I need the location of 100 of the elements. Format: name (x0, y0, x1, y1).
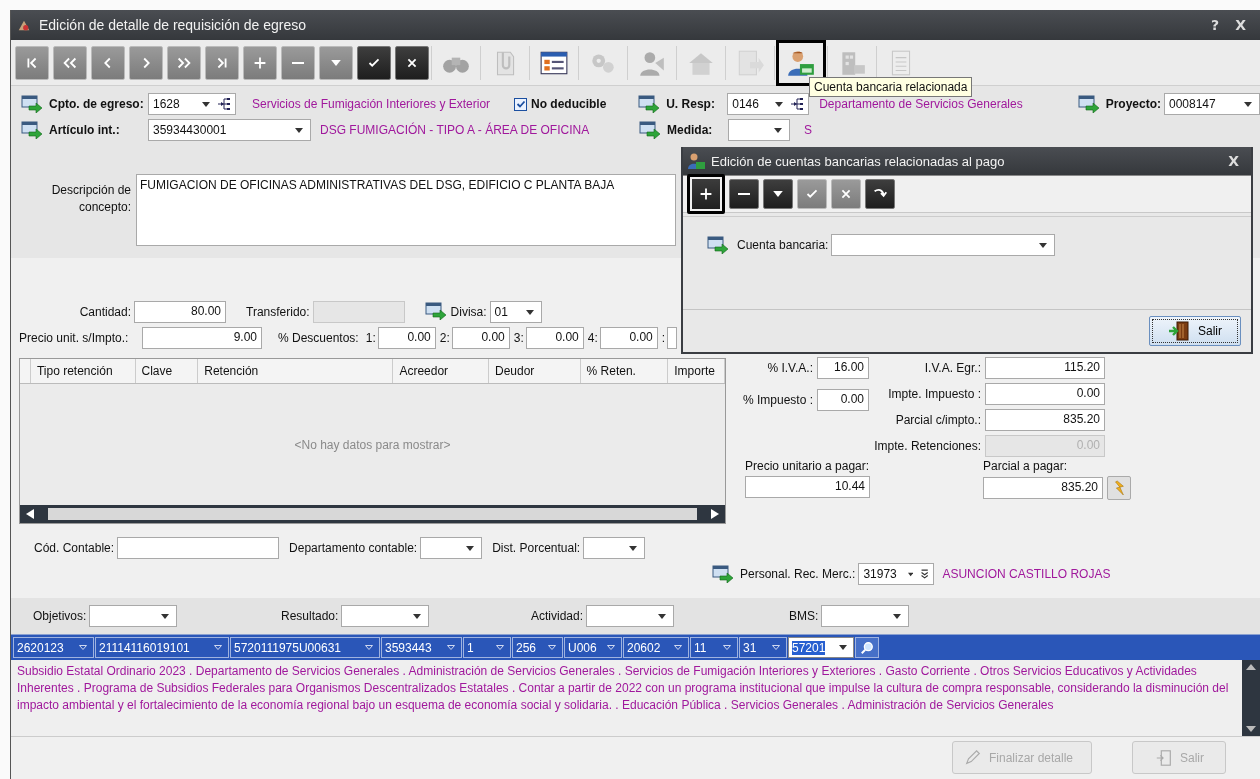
segment-combo[interactable]: 3593443 (381, 637, 462, 658)
combo-box[interactable] (821, 605, 910, 627)
segment-combo[interactable]: 57201 (788, 637, 854, 658)
text-field[interactable]: 80.00 (134, 301, 226, 323)
combo-box[interactable] (89, 605, 178, 627)
caret-icon (214, 645, 222, 650)
caret-icon (674, 645, 682, 650)
window-arrow-icon (21, 121, 43, 139)
combo-box[interactable]: 0008147 (1164, 93, 1260, 115)
calculate-button[interactable] (1107, 476, 1131, 500)
caret-icon (365, 645, 373, 650)
combo-box[interactable]: 1628 (148, 93, 236, 115)
column-header[interactable]: % Reten. (580, 359, 669, 383)
checkbox[interactable] (514, 97, 527, 111)
toolbar-button[interactable] (395, 45, 429, 80)
segment-combo[interactable]: 5720111975U00631 (230, 637, 380, 658)
door-icon (1154, 748, 1174, 767)
field-label: Impte. Retenciones: (873, 439, 981, 453)
combo-box[interactable]: 31973 (858, 563, 935, 585)
combo-box[interactable] (831, 234, 1056, 256)
search-icon (860, 640, 874, 655)
segment-combo[interactable]: 20602 (623, 637, 689, 658)
text-field[interactable]: 835.20 (985, 409, 1105, 431)
column-header[interactable]: Deudor (489, 359, 581, 383)
field-label: BMS: (789, 609, 819, 623)
combo-box[interactable] (341, 605, 430, 627)
text-field[interactable]: 0.00 (377, 327, 436, 349)
segment-combo[interactable]: 1 (463, 637, 511, 658)
column-header[interactable]: Acreedor (393, 359, 489, 383)
segment-combo[interactable]: 21114116019101 (95, 637, 229, 658)
text-field[interactable]: 10.44 (745, 476, 870, 498)
help-button[interactable]: ? (1203, 17, 1228, 33)
field-label: Precio unitario a pagar: (745, 459, 871, 475)
column-header[interactable]: Importe (668, 359, 725, 383)
text-field[interactable] (667, 327, 678, 349)
caret-icon (447, 645, 455, 650)
search-button[interactable] (855, 637, 879, 658)
combo-box[interactable] (728, 119, 790, 141)
combo-box[interactable]: 0146 (727, 93, 810, 115)
field-label: Objetivos: (33, 609, 87, 623)
toolbar-button[interactable] (865, 179, 895, 209)
segment-combo[interactable]: 11 (690, 637, 738, 658)
caret-icon (723, 645, 731, 650)
pen-icon (963, 748, 983, 767)
scroll-down-icon[interactable] (1246, 726, 1256, 732)
text-field[interactable]: 0.00 (525, 327, 584, 349)
toolbar-button[interactable] (763, 179, 793, 209)
scroll-left-icon[interactable] (26, 509, 34, 519)
text-field[interactable]: 16.00 (817, 357, 869, 379)
toolbar-button[interactable] (357, 45, 391, 80)
text-field[interactable]: 0.00 (451, 327, 510, 349)
text-field[interactable]: 0.00 (599, 327, 658, 349)
caret-icon (525, 309, 534, 315)
combo-box[interactable] (420, 537, 483, 559)
close-button[interactable]: X (1220, 153, 1247, 169)
door-icon (1168, 321, 1190, 341)
segment-combo[interactable]: 2620123 (13, 637, 94, 658)
text-field[interactable]: 835.20 (983, 477, 1103, 499)
field-label: Parcial c/impto.: (894, 413, 981, 427)
exit-button[interactable]: Salir (1149, 316, 1241, 346)
field-label: Transferido: (246, 305, 310, 319)
text-field[interactable]: 115.20 (985, 357, 1105, 379)
combo-box[interactable]: 35934430001 (148, 119, 311, 141)
window-arrow-icon (1077, 95, 1100, 113)
vertical-scrollbar[interactable] (1242, 660, 1260, 736)
column-header[interactable]: Retención (198, 359, 394, 383)
segment-combo[interactable]: U006 (564, 637, 622, 658)
tooltip: Cuenta bancaria relacionada (809, 77, 973, 97)
caret-icon (893, 613, 902, 619)
caret-icon (413, 613, 422, 619)
column-header[interactable]: Clave (135, 359, 199, 383)
window-arrow-icon (424, 301, 447, 320)
column-header[interactable]: Tipo retención (30, 359, 136, 383)
segment-combo[interactable]: 256 (512, 637, 563, 658)
summary-text: Subsidio Estatal Ordinario 2023 . Departamento de Servicios Generales . Administración de Servicios Generales . Servicios de Fumigación Interiores y Exteriores . Gasto Corriente . Otros Servicios Educativos y Actividades Inherentes . Programa de Subsidios Federales para Organismos Descentralizados Estatales . Contar a partir de 2022 con un programa institucional que impulse la cultura de compra responsable, considerando la disminución del impacto ambiental y el fortalecimiento de la economía regional bajo un esquema de economía social y solidaria. . Educación Pública . Servicios Generales . Administración de Servicios Generales (16, 663, 1230, 714)
combo-box[interactable]: 01 (489, 301, 542, 323)
combo-box[interactable] (583, 537, 646, 559)
combo-box[interactable] (586, 605, 675, 627)
field-label: Artículo int.: (49, 123, 121, 137)
text-field[interactable]: 0.00 (985, 383, 1105, 405)
toolbar-button[interactable] (729, 179, 759, 209)
segment-combo[interactable]: 31 (739, 637, 787, 658)
window-arrow-icon (639, 121, 661, 139)
minus-icon (737, 193, 751, 195)
toolbar-button[interactable] (687, 174, 725, 214)
horizontal-scrollbar[interactable] (20, 505, 725, 523)
scroll-up-icon[interactable] (1246, 664, 1256, 670)
text-field[interactable]: 0.00 (817, 389, 869, 411)
text-field[interactable] (117, 537, 280, 559)
minus-icon (291, 61, 305, 64)
caret-icon (774, 127, 782, 133)
field-label: 2: (439, 331, 450, 345)
field-label: Actividad: (531, 609, 584, 623)
caret-down-icon (331, 59, 341, 66)
scroll-right-icon[interactable] (711, 509, 719, 519)
window-arrow-icon (21, 95, 43, 113)
text-field[interactable]: 9.00 (142, 327, 262, 349)
description-field[interactable]: FUMIGACION DE OFICINAS ADMINISTRATIVAS DEL DSG, EDIFICIO C PLANTA BAJA (136, 174, 676, 246)
field-label: U. Resp: (666, 97, 716, 111)
close-button[interactable]: X (1227, 17, 1254, 33)
